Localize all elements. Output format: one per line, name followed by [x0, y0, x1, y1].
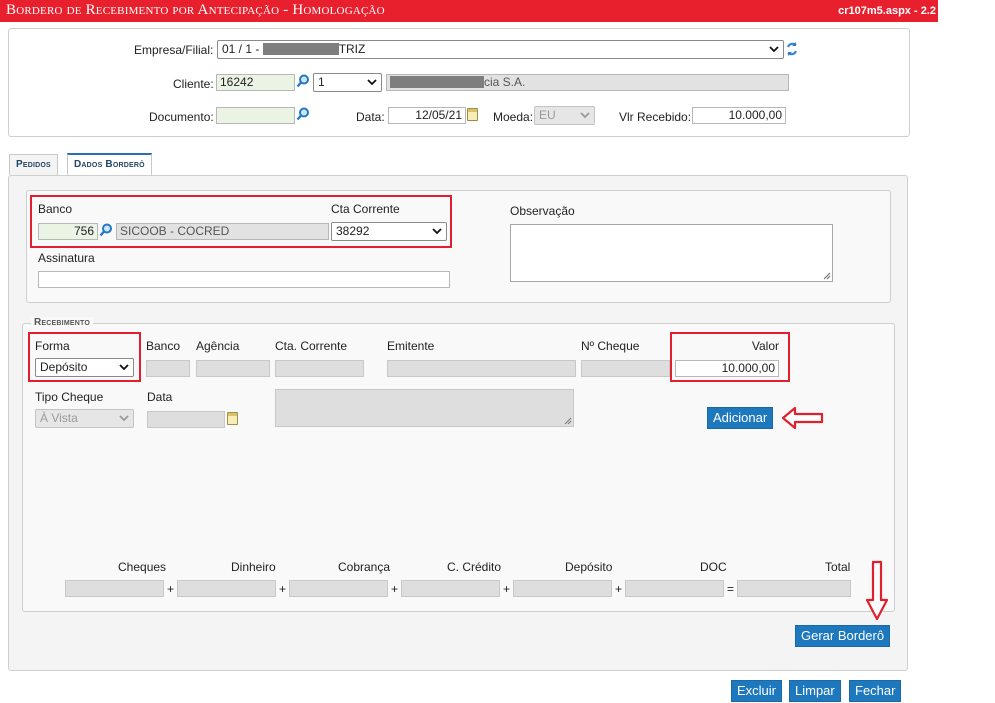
cliente-seq-select[interactable]: 1 — [313, 73, 382, 92]
observacao-label: Observação — [510, 204, 575, 218]
empresa-prefix: 01 / 1 - — [222, 42, 263, 56]
cheque-label: Nº Cheque — [581, 339, 640, 353]
assinatura-field[interactable] — [38, 271, 450, 288]
total-field-credito — [401, 580, 500, 597]
rec-banco-field — [146, 360, 190, 377]
limpar-button[interactable]: Limpar — [789, 680, 841, 702]
chevron-down-icon — [580, 112, 590, 119]
page-title: Bordero de Recebimento por Antecipação -… — [6, 2, 385, 18]
resize-grip-icon — [564, 417, 572, 425]
calendar-icon[interactable] — [227, 412, 238, 425]
tipo-cheque-select[interactable]: À Vista — [35, 409, 134, 428]
plus-sign: + — [503, 582, 511, 596]
arrow-left-icon — [781, 406, 824, 430]
plus-sign: + — [279, 582, 287, 596]
search-icon[interactable] — [296, 74, 310, 88]
emitente-label: Emitente — [387, 339, 435, 353]
highlight-banco-box — [30, 195, 452, 248]
empresa-suffix: TRIZ — [338, 42, 366, 56]
chevron-down-icon — [119, 415, 129, 422]
highlight-valor-box — [670, 332, 790, 382]
equals-sign: = — [727, 582, 735, 596]
documento-label: Documento: — [149, 110, 214, 124]
chevron-down-icon — [769, 46, 779, 53]
total-label-cheques: Cheques — [118, 560, 167, 574]
recebimento-legend: Recebimento — [31, 317, 93, 328]
total-field-doc — [625, 580, 724, 597]
redacted-mask — [390, 76, 484, 88]
documento-field[interactable] — [216, 107, 295, 124]
rec-cta-field — [275, 360, 364, 377]
total-field-total — [737, 580, 851, 597]
tab-dados-bordero[interactable]: Dados Borderô — [67, 153, 152, 175]
rec-data-label: Data — [147, 390, 173, 404]
agencia-label: Agência — [196, 339, 240, 353]
data-label: Data: — [356, 110, 385, 124]
data-field[interactable]: 12/05/21 — [388, 107, 466, 124]
empresa-label: Empresa/Filial: — [134, 43, 214, 57]
total-label-cobranca: Cobrança — [338, 560, 391, 574]
title-bar: Bordero de Recebimento por Antecipação -… — [0, 0, 938, 22]
total-field-cobranca — [289, 580, 388, 597]
moeda-label: Moeda: — [493, 110, 534, 124]
refresh-icon[interactable] — [785, 41, 799, 57]
total-field-dinheiro — [177, 580, 276, 597]
tipo-cheque-value: À Vista — [40, 411, 78, 425]
rec-cta-label: Cta. Corrente — [275, 339, 348, 353]
cliente-seq-value: 1 — [318, 75, 325, 89]
moeda-select[interactable]: EU — [534, 106, 595, 125]
total-label-total: Total — [825, 560, 851, 574]
rec-banco-label: Banco — [146, 339, 181, 353]
total-label-credito: C. Crédito — [447, 560, 502, 574]
highlight-forma-box — [28, 332, 141, 382]
rec-data-field — [147, 411, 225, 428]
vlr-recebido-label: Vlr Recebido: — [619, 110, 692, 124]
assinatura-label: Assinatura — [38, 251, 95, 265]
resize-grip-icon[interactable] — [823, 272, 831, 280]
cliente-name-field: cia S.A. — [386, 74, 789, 91]
search-icon[interactable] — [296, 107, 310, 121]
cliente-code-field[interactable]: 16242 — [216, 74, 295, 91]
gerar-bordero-button[interactable]: Gerar Borderô — [795, 625, 891, 647]
plus-sign: + — [391, 582, 399, 596]
cheque-field — [581, 360, 670, 377]
page-filename: cr107m5.aspx - 2.2 — [838, 5, 936, 17]
rec-obs-textarea — [275, 389, 574, 427]
cliente-label: Cliente: — [173, 77, 214, 91]
moeda-value: EU — [539, 108, 556, 122]
redacted-mask — [262, 43, 339, 55]
observacao-textarea[interactable] — [510, 224, 833, 282]
total-label-deposito: Depósito — [565, 560, 613, 574]
excluir-button[interactable]: Excluir — [731, 680, 783, 702]
fechar-button[interactable]: Fechar — [849, 680, 902, 702]
total-field-deposito — [513, 580, 612, 597]
plus-sign: + — [615, 582, 623, 596]
adicionar-button[interactable]: Adicionar — [707, 407, 774, 429]
calendar-icon[interactable] — [467, 108, 478, 121]
tab-pedidos[interactable]: Pedidos — [9, 154, 58, 175]
total-label-dinheiro: Dinheiro — [231, 560, 276, 574]
empresa-select[interactable]: 01 / 1 - TRIZ — [217, 40, 784, 59]
vlr-recebido-field[interactable]: 10.000,00 — [692, 107, 786, 124]
total-label-doc: DOC — [700, 560, 727, 574]
plus-sign: + — [167, 582, 175, 596]
arrow-down-icon — [865, 560, 889, 621]
agencia-field — [196, 360, 270, 377]
cliente-name-suffix: cia S.A. — [484, 75, 526, 89]
emitente-field — [387, 360, 576, 377]
chevron-down-icon — [367, 79, 377, 86]
total-field-cheques — [65, 580, 164, 597]
tipo-cheque-label: Tipo Cheque — [35, 390, 104, 404]
